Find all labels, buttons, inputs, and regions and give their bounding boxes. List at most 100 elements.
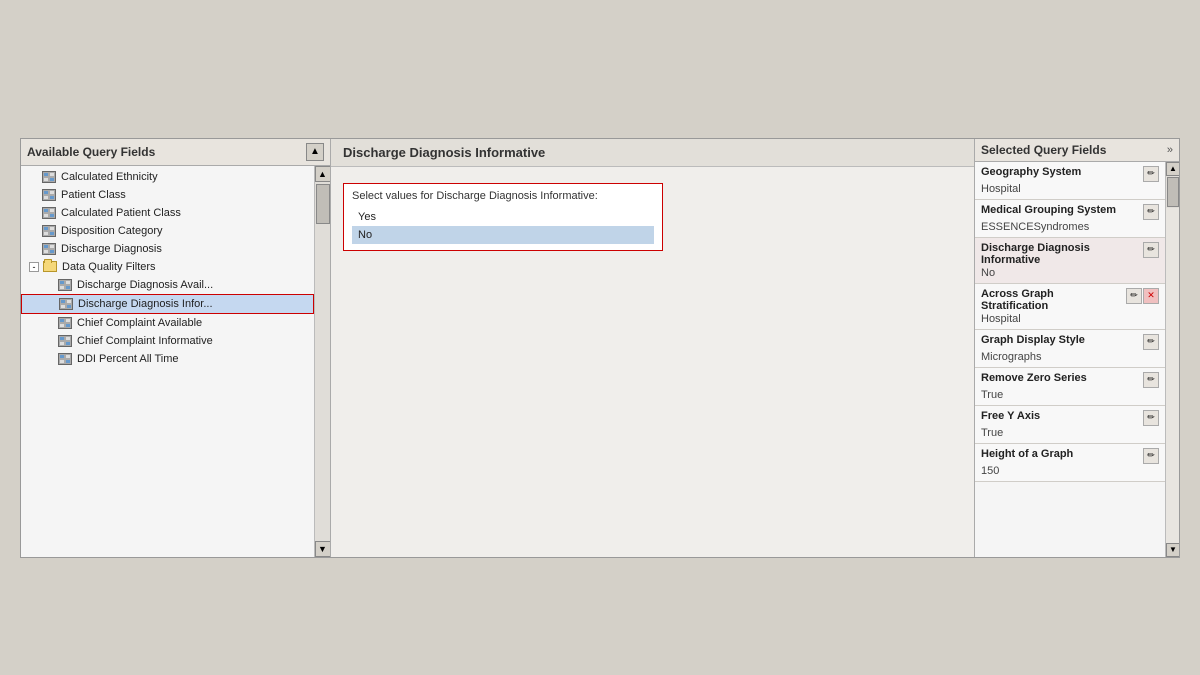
tree-item-disposition-category[interactable]: Disposition Category bbox=[21, 222, 314, 240]
select-option-yes[interactable]: Yes bbox=[352, 208, 654, 226]
center-panel: Discharge Diagnosis Informative Select v… bbox=[331, 139, 974, 557]
tree-item-label-calc-patient-class: Calculated Patient Class bbox=[61, 207, 181, 219]
main-container: Available Query Fields ▲ Calculated Ethn… bbox=[20, 138, 1180, 558]
qf-header-dd-informative: Discharge Diagnosis Informative ✏ bbox=[981, 242, 1159, 266]
qf-edit-medical[interactable]: ✏ bbox=[1143, 204, 1159, 220]
grid-icon-dd-avail bbox=[57, 278, 73, 292]
grid-icon-calc-patient-class bbox=[41, 206, 57, 220]
qf-edit-across-graph[interactable]: ✏ bbox=[1126, 288, 1142, 304]
select-option-no[interactable]: No bbox=[352, 226, 654, 244]
qf-header-geography: Geography System ✏ bbox=[981, 166, 1159, 182]
right-panel: Selected Query Fields » Geography System… bbox=[974, 139, 1179, 557]
qf-value-dd-informative: No bbox=[981, 267, 1159, 279]
tree-item-label-data-quality: Data Quality Filters bbox=[62, 261, 156, 273]
qf-name-height-graph: Height of a Graph bbox=[981, 448, 1139, 460]
query-field-dd-informative: Discharge Diagnosis Informative ✏ No bbox=[975, 238, 1165, 284]
qf-header-height-graph: Height of a Graph ✏ bbox=[981, 448, 1159, 464]
qf-value-remove-zero: True bbox=[981, 389, 1159, 401]
qf-header-graph-display: Graph Display Style ✏ bbox=[981, 334, 1159, 350]
center-title: Discharge Diagnosis Informative bbox=[343, 145, 545, 160]
tree-item-patient-class[interactable]: Patient Class bbox=[21, 186, 314, 204]
qf-value-across-graph: Hospital bbox=[981, 313, 1159, 325]
tree-item-cc-infor[interactable]: Chief Complaint Informative bbox=[21, 332, 314, 350]
tree-item-dd-infor[interactable]: Discharge Diagnosis Infor... bbox=[21, 294, 314, 314]
qf-actions-height-graph: ✏ bbox=[1143, 448, 1159, 464]
qf-value-free-y-axis: True bbox=[981, 427, 1159, 439]
qf-name-graph-display: Graph Display Style bbox=[981, 334, 1139, 346]
right-panel-scrollbar: ▲ ▼ bbox=[1165, 162, 1179, 557]
right-scrollbar-down[interactable]: ▼ bbox=[1166, 543, 1179, 557]
tree-item-discharge-diagnosis[interactable]: Discharge Diagnosis bbox=[21, 240, 314, 258]
qf-actions-remove-zero: ✏ bbox=[1143, 372, 1159, 388]
query-field-geography-system: Geography System ✏ Hospital bbox=[975, 162, 1165, 200]
left-panel-collapse-btn[interactable]: ▲ bbox=[306, 143, 324, 161]
tree-item-ddi-percent[interactable]: DDI Percent All Time bbox=[21, 350, 314, 368]
select-values-box: Select values for Discharge Diagnosis In… bbox=[343, 183, 663, 251]
qf-value-geography: Hospital bbox=[981, 183, 1159, 195]
query-field-medical-grouping: Medical Grouping System ✏ ESSENCESyndrom… bbox=[975, 200, 1165, 238]
tree-item-calculated-patient-class[interactable]: Calculated Patient Class bbox=[21, 204, 314, 222]
query-field-across-graph: Across Graph Stratification ✏ ✕ Hospital bbox=[975, 284, 1165, 330]
tree-item-label-dd-infor: Discharge Diagnosis Infor... bbox=[78, 298, 213, 310]
grid-icon-cc-infor bbox=[57, 334, 73, 348]
scrollbar-up-arrow[interactable]: ▲ bbox=[315, 166, 331, 182]
scrollbar-thumb[interactable] bbox=[316, 184, 330, 224]
right-scrollbar-track bbox=[1166, 208, 1179, 543]
left-panel: Available Query Fields ▲ Calculated Ethn… bbox=[21, 139, 331, 557]
qf-edit-graph-display[interactable]: ✏ bbox=[1143, 334, 1159, 350]
qf-edit-geography[interactable]: ✏ bbox=[1143, 166, 1159, 182]
qf-name-dd-informative: Discharge Diagnosis Informative bbox=[981, 242, 1139, 266]
left-panel-body: Calculated Ethnicity Patient Class Calcu… bbox=[21, 166, 330, 557]
query-field-free-y-axis: Free Y Axis ✏ True bbox=[975, 406, 1165, 444]
right-scrollbar-up[interactable]: ▲ bbox=[1166, 162, 1179, 176]
right-scrollbar-thumb[interactable] bbox=[1167, 177, 1179, 207]
tree-item-calculated-ethnicity[interactable]: Calculated Ethnicity bbox=[21, 168, 314, 186]
qf-value-medical: ESSENCESyndromes bbox=[981, 221, 1159, 233]
qf-header-across-graph: Across Graph Stratification ✏ ✕ bbox=[981, 288, 1159, 312]
qf-actions-across-graph: ✏ ✕ bbox=[1126, 288, 1159, 304]
qf-edit-remove-zero[interactable]: ✏ bbox=[1143, 372, 1159, 388]
expand-data-quality-filters[interactable]: - bbox=[29, 262, 39, 272]
tree-item-dd-avail[interactable]: Discharge Diagnosis Avail... bbox=[21, 276, 314, 294]
grid-icon-calculated-ethnicity bbox=[41, 170, 57, 184]
qf-value-graph-display: Micrographs bbox=[981, 351, 1159, 363]
select-label: Select values for Discharge Diagnosis In… bbox=[352, 190, 654, 202]
center-body: Select values for Discharge Diagnosis In… bbox=[331, 167, 974, 557]
qf-actions-free-y-axis: ✏ bbox=[1143, 410, 1159, 426]
query-field-height-graph: Height of a Graph ✏ 150 bbox=[975, 444, 1165, 482]
qf-header-medical: Medical Grouping System ✏ bbox=[981, 204, 1159, 220]
qf-edit-dd-informative[interactable]: ✏ bbox=[1143, 242, 1159, 258]
grid-icon-patient-class bbox=[41, 188, 57, 202]
right-panel-items: Geography System ✏ Hospital Medical Grou… bbox=[975, 162, 1165, 557]
tree-item-label-ddi-percent: DDI Percent All Time bbox=[77, 353, 178, 365]
qf-name-remove-zero: Remove Zero Series bbox=[981, 372, 1139, 384]
folder-icon-data-quality bbox=[42, 260, 58, 274]
tree-item-data-quality-filters[interactable]: - Data Quality Filters bbox=[21, 258, 314, 276]
tree-item-label-patient-class: Patient Class bbox=[61, 189, 126, 201]
qf-name-medical: Medical Grouping System bbox=[981, 204, 1139, 216]
left-panel-header: Available Query Fields ▲ bbox=[21, 139, 330, 166]
right-panel-collapse-btn[interactable]: » bbox=[1167, 144, 1173, 156]
qf-actions-dd-informative: ✏ bbox=[1143, 242, 1159, 258]
center-header: Discharge Diagnosis Informative bbox=[331, 139, 974, 167]
grid-icon-dd-infor bbox=[58, 297, 74, 311]
query-field-graph-display: Graph Display Style ✏ Micrographs bbox=[975, 330, 1165, 368]
qf-edit-height-graph[interactable]: ✏ bbox=[1143, 448, 1159, 464]
scrollbar-down-arrow[interactable]: ▼ bbox=[315, 541, 331, 557]
left-panel-title: Available Query Fields bbox=[27, 145, 155, 159]
tree-item-label-cc-infor: Chief Complaint Informative bbox=[77, 335, 213, 347]
qf-header-remove-zero: Remove Zero Series ✏ bbox=[981, 372, 1159, 388]
qf-name-geography: Geography System bbox=[981, 166, 1139, 178]
tree-item-label-discharge-diag: Discharge Diagnosis bbox=[61, 243, 162, 255]
qf-edit-free-y-axis[interactable]: ✏ bbox=[1143, 410, 1159, 426]
right-panel-header: Selected Query Fields » bbox=[975, 139, 1179, 162]
qf-actions-geography: ✏ bbox=[1143, 166, 1159, 182]
tree-item-label-dd-avail: Discharge Diagnosis Avail... bbox=[77, 279, 213, 291]
qf-delete-across-graph[interactable]: ✕ bbox=[1143, 288, 1159, 304]
tree-item-cc-avail[interactable]: Chief Complaint Available bbox=[21, 314, 314, 332]
qf-actions-medical: ✏ bbox=[1143, 204, 1159, 220]
tree-item-label-disposition: Disposition Category bbox=[61, 225, 163, 237]
qf-actions-graph-display: ✏ bbox=[1143, 334, 1159, 350]
qf-header-free-y-axis: Free Y Axis ✏ bbox=[981, 410, 1159, 426]
grid-icon-ddi-percent bbox=[57, 352, 73, 366]
